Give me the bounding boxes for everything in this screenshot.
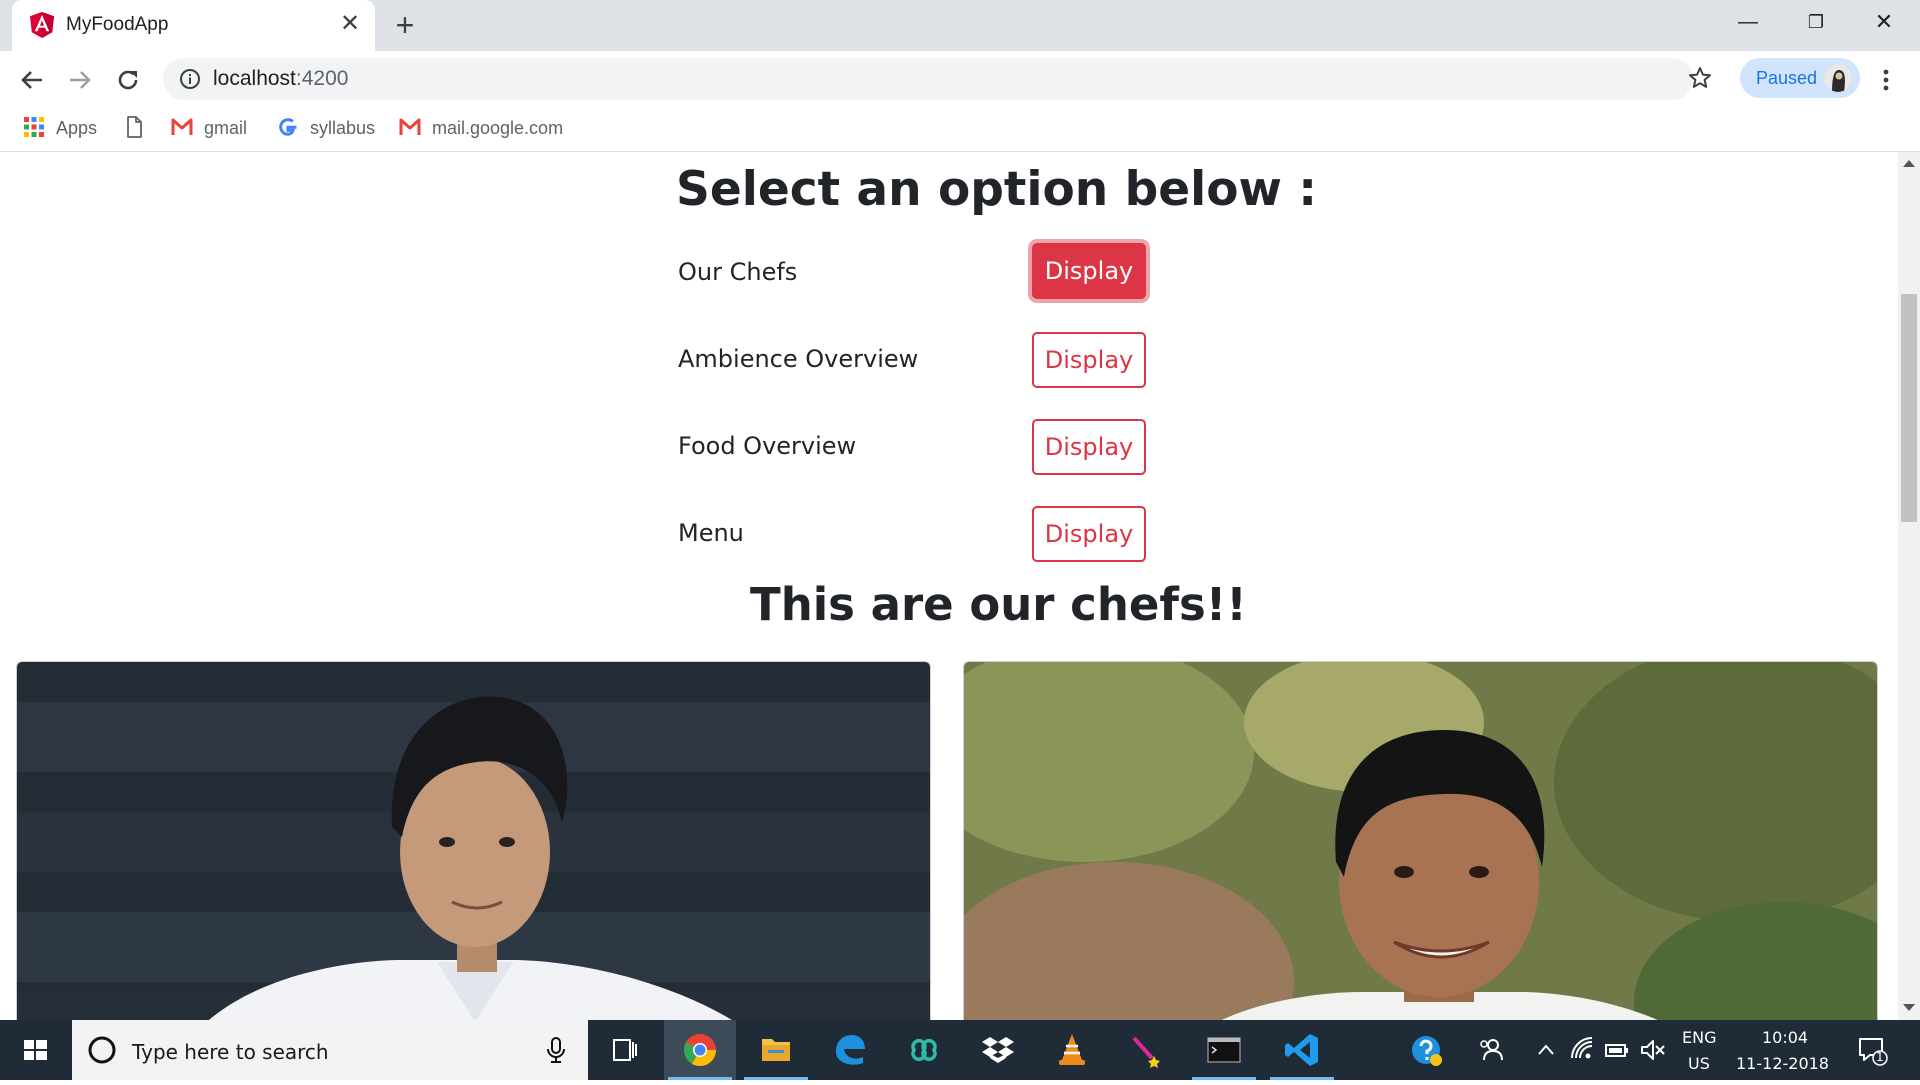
gmail-icon (399, 118, 421, 135)
back-icon[interactable] (14, 62, 50, 98)
cortana-icon (88, 1036, 116, 1064)
url-port: :4200 (295, 67, 349, 90)
scroll-up-icon[interactable] (1903, 160, 1915, 167)
chef-photo (17, 662, 930, 1020)
chrome-taskbar-app[interactable] (664, 1020, 736, 1080)
angular-icon (30, 12, 54, 38)
show-hidden-icons-chevron-icon[interactable] (1536, 1040, 1556, 1060)
gmail-icon (171, 118, 193, 135)
tab-title: MyFoodApp (66, 14, 169, 35)
new-tab-icon[interactable]: + (388, 8, 422, 42)
chrome-icon (683, 1034, 717, 1067)
profile-status: Paused (1756, 68, 1818, 88)
page-scrollbar[interactable] (1898, 152, 1920, 1020)
apps-grid-icon (24, 117, 44, 137)
reload-icon[interactable] (110, 62, 146, 98)
forward-icon[interactable] (62, 62, 98, 98)
task-view-icon[interactable] (588, 1020, 660, 1080)
edge-icon[interactable] (814, 1020, 886, 1080)
option-label-ambience-overview: Ambience Overview (678, 345, 919, 373)
minimize-icon[interactable]: — (1714, 0, 1782, 44)
arduino-icon[interactable] (888, 1020, 960, 1080)
magic-wand-icon[interactable] (1110, 1020, 1182, 1080)
bookmark-page[interactable] (122, 115, 148, 139)
close-tab-icon[interactable]: ✕ (336, 10, 364, 38)
dropbox-icon[interactable] (962, 1020, 1034, 1080)
microphone-icon[interactable] (544, 1036, 568, 1064)
chef-card (16, 661, 931, 1020)
bookmark-gmail[interactable]: gmail (170, 115, 260, 139)
avatar (1824, 64, 1852, 92)
taskbar-search-box[interactable]: Type here to search (72, 1020, 588, 1080)
scroll-down-icon[interactable] (1903, 1004, 1915, 1011)
profile-button[interactable]: Paused (1740, 58, 1860, 98)
language-indicator-bottom[interactable]: US (1688, 1054, 1710, 1073)
terminal-icon (1207, 1037, 1241, 1063)
vscode-taskbar-app[interactable] (1266, 1020, 1338, 1080)
info-icon[interactable] (178, 67, 202, 91)
taskbar-search-placeholder: Type here to search (132, 1040, 329, 1064)
folder-icon (762, 1039, 790, 1061)
taskbar: Type here to search ENG US 10:04 11-12-2… (0, 1020, 1920, 1080)
tab-strip: MyFoodApp ✕ + — ❐ ✕ (0, 0, 1920, 51)
wifi-icon[interactable] (1568, 1036, 1596, 1064)
page-title: Select an option below : (676, 162, 1318, 217)
restore-icon[interactable]: ❐ (1782, 0, 1850, 44)
window-close-icon[interactable]: ✕ (1850, 0, 1918, 44)
bookmark-mail-google[interactable]: mail.google.com (398, 115, 568, 139)
volume-muted-icon[interactable] (1638, 1036, 1666, 1064)
section-heading: This are our chefs!! (750, 578, 1247, 631)
chef-card (963, 661, 1878, 1020)
page-icon (127, 116, 142, 138)
url-text[interactable]: localhost:4200 (213, 67, 348, 91)
people-icon[interactable] (1478, 1036, 1506, 1064)
scrollbar-thumb[interactable] (1901, 294, 1917, 522)
option-label-our-chefs: Our Chefs (678, 258, 798, 286)
url-host: localhost (213, 67, 296, 90)
clock-date[interactable]: 11-12-2018 (1736, 1054, 1829, 1073)
option-label-food-overview: Food Overview (678, 432, 857, 460)
bookmark-apps[interactable]: Apps (22, 115, 102, 139)
bookmark-label: Apps (56, 118, 98, 138)
vlc-icon[interactable] (1036, 1020, 1108, 1080)
bookmark-label: gmail (204, 118, 248, 138)
bookmark-label: mail.google.com (432, 118, 564, 138)
option-label-menu: Menu (678, 519, 744, 547)
display-menu-button[interactable]: Display (1032, 506, 1146, 562)
address-bar[interactable] (163, 58, 1693, 100)
notification-count-badge: 1 (1876, 1050, 1884, 1064)
google-icon (279, 118, 297, 136)
terminal-taskbar-app[interactable] (1188, 1020, 1260, 1080)
chef-photo (964, 662, 1877, 1020)
language-indicator-top[interactable]: ENG (1682, 1028, 1716, 1047)
bookmark-star-icon[interactable] (1686, 64, 1714, 92)
windows-start-icon[interactable] (0, 1020, 70, 1080)
browser-tab[interactable]: MyFoodApp ✕ (12, 0, 375, 51)
chrome-menu-icon[interactable] (1876, 62, 1896, 98)
vscode-icon (1285, 1034, 1318, 1066)
bookmark-label: syllabus (310, 118, 376, 138)
clock-time[interactable]: 10:04 (1762, 1028, 1808, 1047)
help-icon[interactable] (1410, 1034, 1444, 1068)
display-food-overview-button[interactable]: Display (1032, 419, 1146, 475)
bookmark-syllabus[interactable]: syllabus (276, 115, 386, 139)
display-ambience-overview-button[interactable]: Display (1032, 332, 1146, 388)
page-content: Select an option below : Our Chefs Displ… (0, 152, 1898, 1020)
display-our-chefs-button[interactable]: Display (1032, 243, 1146, 299)
battery-icon[interactable] (1604, 1038, 1630, 1062)
file-explorer-taskbar-app[interactable] (740, 1020, 812, 1080)
